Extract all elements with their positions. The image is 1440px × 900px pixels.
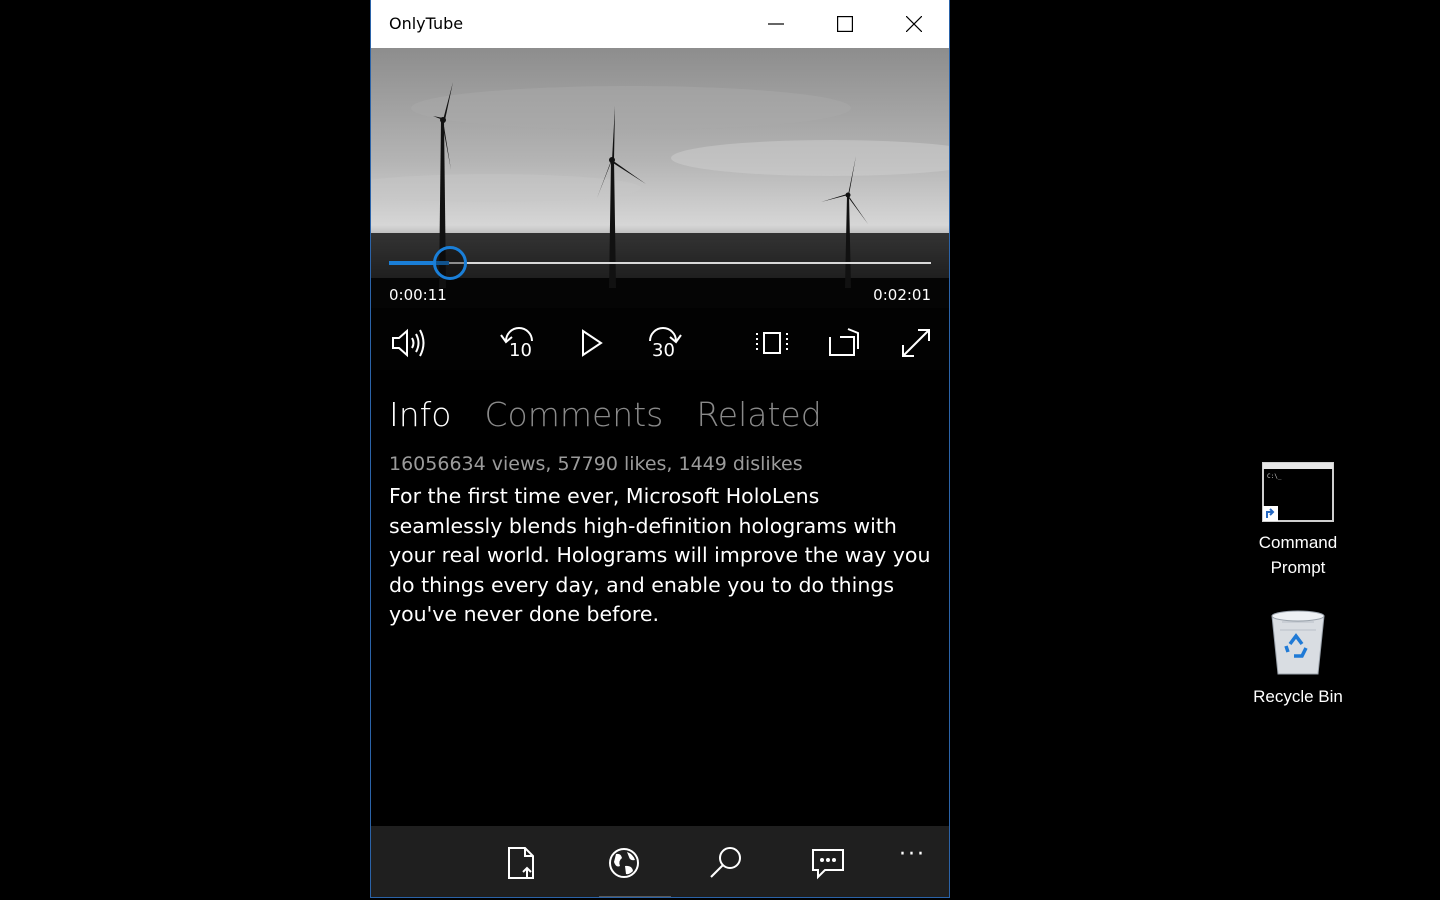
video-player[interactable]: 0:00:11 0:02:01 10 30 bbox=[371, 48, 949, 370]
browser-button[interactable] bbox=[605, 844, 643, 882]
play-icon bbox=[582, 329, 603, 357]
share-button[interactable] bbox=[503, 844, 541, 882]
more-button[interactable]: ··· bbox=[899, 842, 937, 880]
info-pivot: Info Comments Related bbox=[389, 395, 855, 434]
title-bar[interactable]: OnlyTube bbox=[371, 0, 949, 48]
share-file-icon bbox=[508, 847, 534, 879]
command-prompt-label-line2: Prompt bbox=[1270, 558, 1326, 577]
command-prompt-shortcut[interactable]: C:\_ Command Prompt bbox=[1243, 462, 1353, 580]
svg-text:C:\_: C:\_ bbox=[1267, 473, 1282, 480]
onlytube-window: OnlyTube 0:00:11 0:02:01 10 30 Info Comm… bbox=[370, 0, 950, 898]
rewind-10-button[interactable]: 10 bbox=[499, 323, 539, 363]
maximize-button[interactable] bbox=[811, 0, 880, 48]
comments-icon bbox=[812, 849, 844, 880]
command-prompt-icon: C:\_ bbox=[1262, 462, 1334, 522]
comments-button[interactable] bbox=[809, 844, 847, 882]
aspect-ratio-button[interactable] bbox=[752, 323, 792, 363]
forward-30-label: 30 bbox=[652, 340, 675, 361]
video-frame bbox=[371, 48, 949, 370]
minimize-button[interactable] bbox=[742, 0, 811, 48]
video-stats: 16056634 views, 57790 likes, 1449 dislik… bbox=[389, 453, 803, 475]
search-icon bbox=[710, 847, 741, 878]
recycle-bin-icon bbox=[1271, 610, 1325, 675]
search-button[interactable] bbox=[707, 844, 745, 882]
volume-button[interactable] bbox=[389, 323, 429, 363]
globe-icon bbox=[609, 848, 639, 878]
volume-icon bbox=[392, 328, 425, 358]
seek-thumb[interactable] bbox=[432, 246, 467, 280]
command-prompt-label-line1: Command bbox=[1258, 533, 1338, 552]
tab-info[interactable]: Info bbox=[389, 395, 451, 434]
cast-icon bbox=[829, 328, 859, 356]
window-title: OnlyTube bbox=[389, 14, 464, 33]
cast-button[interactable] bbox=[824, 323, 864, 363]
fullscreen-icon bbox=[902, 329, 930, 357]
current-time: 0:00:11 bbox=[389, 286, 447, 304]
fullscreen-button[interactable] bbox=[896, 323, 936, 363]
recycle-bin-shortcut[interactable]: Recycle Bin bbox=[1243, 608, 1353, 709]
close-button[interactable] bbox=[880, 0, 949, 48]
recycle-bin-label: Recycle Bin bbox=[1253, 687, 1343, 706]
minimize-icon bbox=[768, 23, 784, 25]
play-button[interactable] bbox=[571, 323, 611, 363]
forward-30-button[interactable]: 30 bbox=[643, 323, 683, 363]
maximize-icon bbox=[837, 16, 853, 32]
scroll-indicator bbox=[599, 896, 671, 897]
seek-bar[interactable] bbox=[389, 246, 931, 280]
rewind-10-label: 10 bbox=[509, 340, 532, 361]
video-description: For the first time ever, Microsoft HoloL… bbox=[389, 484, 931, 626]
bottom-app-bar: ··· bbox=[371, 826, 949, 897]
tab-comments[interactable]: Comments bbox=[484, 395, 663, 434]
tab-related[interactable]: Related bbox=[696, 395, 821, 434]
duration: 0:02:01 bbox=[873, 286, 931, 304]
aspect-ratio-icon bbox=[756, 332, 788, 354]
close-icon bbox=[906, 16, 922, 32]
